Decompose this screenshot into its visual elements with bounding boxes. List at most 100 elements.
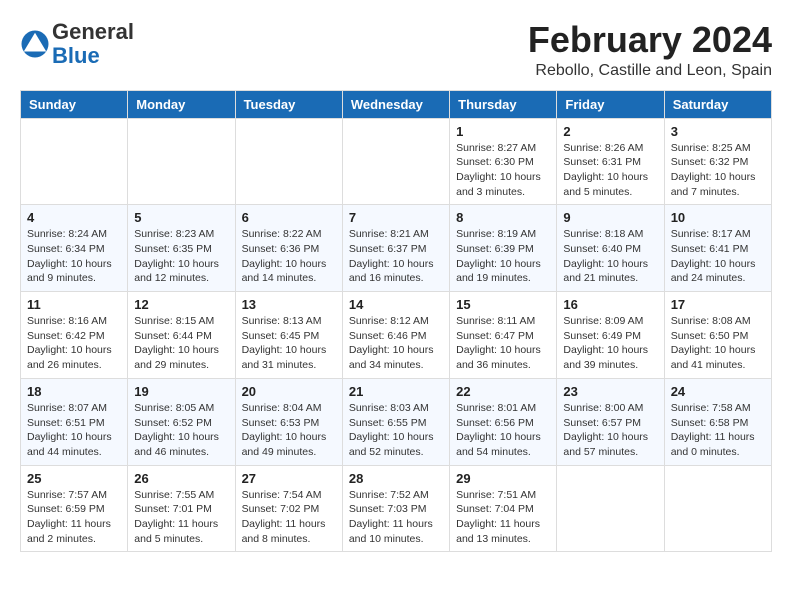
day-info: Sunrise: 8:25 AM Sunset: 6:32 PM Dayligh… (671, 141, 765, 200)
day-info: Sunrise: 7:51 AM Sunset: 7:04 PM Dayligh… (456, 488, 550, 547)
day-number: 3 (671, 124, 765, 139)
day-number: 2 (563, 124, 657, 139)
logo-text: General Blue (52, 20, 134, 68)
day-number: 10 (671, 210, 765, 225)
day-info: Sunrise: 8:24 AM Sunset: 6:34 PM Dayligh… (27, 227, 121, 286)
calendar-cell: 7 Sunrise: 8:21 AM Sunset: 6:37 PM Daylig… (342, 205, 449, 292)
calendar-cell: 21 Sunrise: 8:03 AM Sunset: 6:55 PM Dayli… (342, 378, 449, 465)
calendar-week-row: 4 Sunrise: 8:24 AM Sunset: 6:34 PM Daylig… (21, 205, 772, 292)
day-number: 5 (134, 210, 228, 225)
day-number: 7 (349, 210, 443, 225)
month-title: February 2024 (528, 20, 772, 60)
day-info: Sunrise: 8:22 AM Sunset: 6:36 PM Dayligh… (242, 227, 336, 286)
calendar-cell: 25Sunrise: 7:57 AM Sunset: 6:59 PM Dayli… (21, 465, 128, 552)
day-number: 1 (456, 124, 550, 139)
calendar-cell (128, 118, 235, 205)
day-number: 27 (242, 471, 336, 486)
calendar-week-row: 1 Sunrise: 8:27 AM Sunset: 6:30 PM Daylig… (21, 118, 772, 205)
calendar-cell: 15 Sunrise: 8:11 AM Sunset: 6:47 PM Dayli… (450, 292, 557, 379)
day-header-monday: Monday (128, 90, 235, 118)
day-info: Sunrise: 8:11 AM Sunset: 6:47 PM Dayligh… (456, 314, 550, 373)
calendar-cell: 1 Sunrise: 8:27 AM Sunset: 6:30 PM Daylig… (450, 118, 557, 205)
day-number: 26 (134, 471, 228, 486)
day-info: Sunrise: 8:23 AM Sunset: 6:35 PM Dayligh… (134, 227, 228, 286)
calendar-cell: 14 Sunrise: 8:12 AM Sunset: 6:46 PM Dayli… (342, 292, 449, 379)
calendar-cell: 3 Sunrise: 8:25 AM Sunset: 6:32 PM Daylig… (664, 118, 771, 205)
day-info: Sunrise: 8:09 AM Sunset: 6:49 PM Dayligh… (563, 314, 657, 373)
day-info: Sunrise: 8:16 AM Sunset: 6:42 PM Dayligh… (27, 314, 121, 373)
day-number: 21 (349, 384, 443, 399)
calendar-cell: 20Sunrise: 8:04 AM Sunset: 6:53 PM Dayli… (235, 378, 342, 465)
day-info: Sunrise: 8:27 AM Sunset: 6:30 PM Dayligh… (456, 141, 550, 200)
day-number: 12 (134, 297, 228, 312)
day-number: 14 (349, 297, 443, 312)
page-header: General Blue February 2024 Rebollo, Cast… (20, 20, 772, 80)
day-info: Sunrise: 8:04 AM Sunset: 6:53 PM Dayligh… (242, 401, 336, 460)
calendar-week-row: 18Sunrise: 8:07 AM Sunset: 6:51 PM Dayli… (21, 378, 772, 465)
day-header-saturday: Saturday (664, 90, 771, 118)
calendar-cell: 5 Sunrise: 8:23 AM Sunset: 6:35 PM Daylig… (128, 205, 235, 292)
calendar-week-row: 11Sunrise: 8:16 AM Sunset: 6:42 PM Dayli… (21, 292, 772, 379)
calendar-cell: 27 Sunrise: 7:54 AM Sunset: 7:02 PM Dayli… (235, 465, 342, 552)
day-header-friday: Friday (557, 90, 664, 118)
day-number: 22 (456, 384, 550, 399)
day-info: Sunrise: 8:12 AM Sunset: 6:46 PM Dayligh… (349, 314, 443, 373)
day-info: Sunrise: 8:03 AM Sunset: 6:55 PM Dayligh… (349, 401, 443, 460)
day-info: Sunrise: 7:52 AM Sunset: 7:03 PM Dayligh… (349, 488, 443, 547)
day-info: Sunrise: 8:21 AM Sunset: 6:37 PM Dayligh… (349, 227, 443, 286)
day-number: 15 (456, 297, 550, 312)
calendar-cell (235, 118, 342, 205)
day-info: Sunrise: 8:00 AM Sunset: 6:57 PM Dayligh… (563, 401, 657, 460)
day-info: Sunrise: 8:08 AM Sunset: 6:50 PM Dayligh… (671, 314, 765, 373)
calendar-cell: 29Sunrise: 7:51 AM Sunset: 7:04 PM Dayli… (450, 465, 557, 552)
day-info: Sunrise: 8:13 AM Sunset: 6:45 PM Dayligh… (242, 314, 336, 373)
calendar-cell: 11Sunrise: 8:16 AM Sunset: 6:42 PM Dayli… (21, 292, 128, 379)
calendar-cell (557, 465, 664, 552)
day-info: Sunrise: 8:01 AM Sunset: 6:56 PM Dayligh… (456, 401, 550, 460)
day-number: 4 (27, 210, 121, 225)
calendar-cell: 12 Sunrise: 8:15 AM Sunset: 6:44 PM Dayli… (128, 292, 235, 379)
calendar-cell (21, 118, 128, 205)
calendar-cell: 8 Sunrise: 8:19 AM Sunset: 6:39 PM Daylig… (450, 205, 557, 292)
day-header-wednesday: Wednesday (342, 90, 449, 118)
day-number: 8 (456, 210, 550, 225)
day-number: 28 (349, 471, 443, 486)
calendar-cell: 16 Sunrise: 8:09 AM Sunset: 6:49 PM Dayli… (557, 292, 664, 379)
day-info: Sunrise: 8:05 AM Sunset: 6:52 PM Dayligh… (134, 401, 228, 460)
day-number: 19 (134, 384, 228, 399)
calendar-cell: 9 Sunrise: 8:18 AM Sunset: 6:40 PM Daylig… (557, 205, 664, 292)
day-info: Sunrise: 8:17 AM Sunset: 6:41 PM Dayligh… (671, 227, 765, 286)
calendar-cell: 19 Sunrise: 8:05 AM Sunset: 6:52 PM Dayli… (128, 378, 235, 465)
calendar-table: SundayMondayTuesdayWednesdayThursdayFrid… (20, 90, 772, 553)
logo-icon (20, 29, 50, 59)
calendar-cell: 2 Sunrise: 8:26 AM Sunset: 6:31 PM Daylig… (557, 118, 664, 205)
day-info: Sunrise: 8:26 AM Sunset: 6:31 PM Dayligh… (563, 141, 657, 200)
title-area: February 2024 Rebollo, Castille and Leon… (528, 20, 772, 80)
calendar-cell: 24Sunrise: 7:58 AM Sunset: 6:58 PM Dayli… (664, 378, 771, 465)
day-info: Sunrise: 8:15 AM Sunset: 6:44 PM Dayligh… (134, 314, 228, 373)
location-title: Rebollo, Castille and Leon, Spain (528, 62, 772, 80)
day-number: 16 (563, 297, 657, 312)
calendar-cell (664, 465, 771, 552)
day-header-tuesday: Tuesday (235, 90, 342, 118)
day-number: 18 (27, 384, 121, 399)
day-number: 6 (242, 210, 336, 225)
day-number: 17 (671, 297, 765, 312)
day-info: Sunrise: 8:18 AM Sunset: 6:40 PM Dayligh… (563, 227, 657, 286)
calendar-cell (342, 118, 449, 205)
calendar-cell: 10 Sunrise: 8:17 AM Sunset: 6:41 PM Dayli… (664, 205, 771, 292)
day-header-thursday: Thursday (450, 90, 557, 118)
day-info: Sunrise: 8:19 AM Sunset: 6:39 PM Dayligh… (456, 227, 550, 286)
logo: General Blue (20, 20, 134, 68)
day-info: Sunrise: 7:54 AM Sunset: 7:02 PM Dayligh… (242, 488, 336, 547)
calendar-week-row: 25Sunrise: 7:57 AM Sunset: 6:59 PM Dayli… (21, 465, 772, 552)
calendar-cell: 6 Sunrise: 8:22 AM Sunset: 6:36 PM Daylig… (235, 205, 342, 292)
day-info: Sunrise: 7:57 AM Sunset: 6:59 PM Dayligh… (27, 488, 121, 547)
day-header-sunday: Sunday (21, 90, 128, 118)
calendar-cell: 22 Sunrise: 8:01 AM Sunset: 6:56 PM Dayli… (450, 378, 557, 465)
day-number: 23 (563, 384, 657, 399)
day-number: 9 (563, 210, 657, 225)
calendar-cell: 28 Sunrise: 7:52 AM Sunset: 7:03 PM Dayli… (342, 465, 449, 552)
day-number: 13 (242, 297, 336, 312)
calendar-cell: 13 Sunrise: 8:13 AM Sunset: 6:45 PM Dayli… (235, 292, 342, 379)
